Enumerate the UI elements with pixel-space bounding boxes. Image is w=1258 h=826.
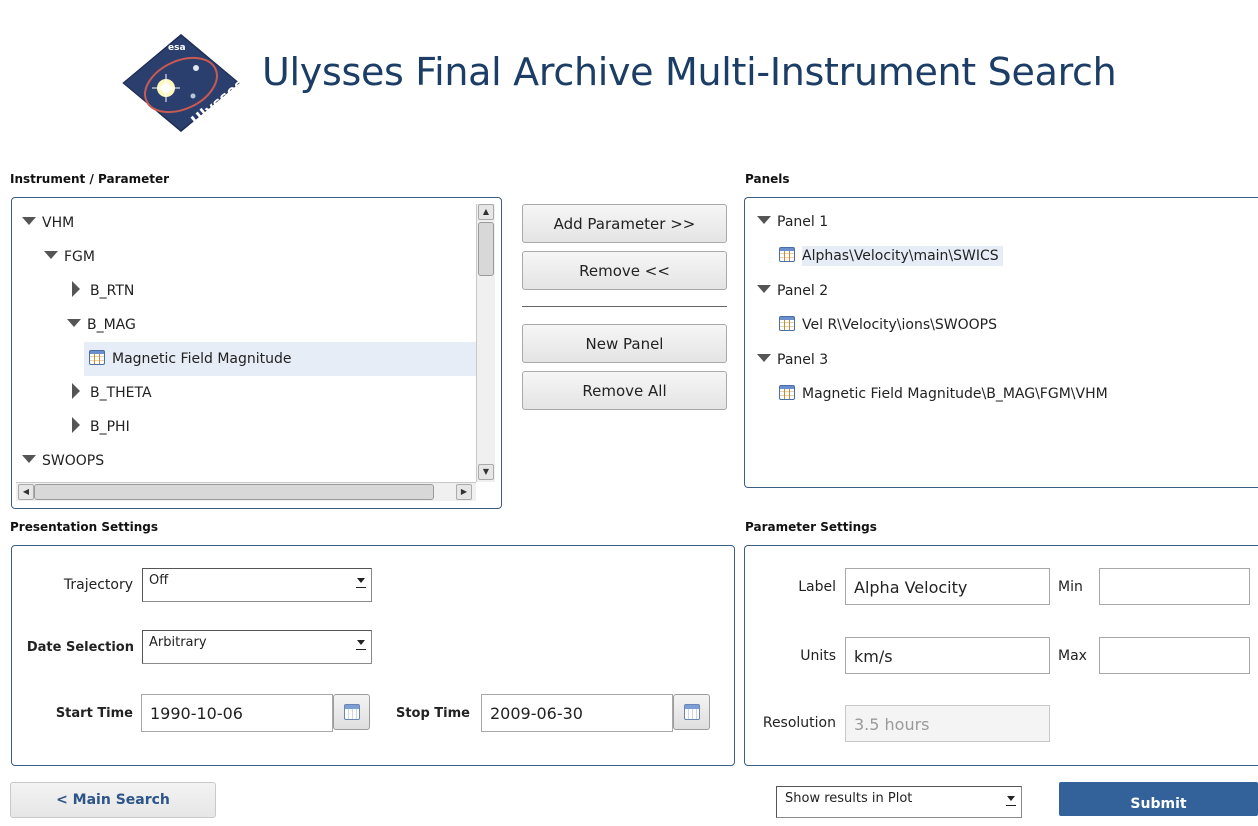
ulysses-logo: esa Ulysses [118,30,244,136]
table-icon [779,246,795,262]
start-time-label: Start Time [55,706,133,721]
chevron-down-icon[interactable] [757,285,771,293]
chevron-down-icon [1007,796,1015,801]
panel-param-3[interactable]: Magnetic Field Magnitude\B_MAG\FGM\VHM [775,377,1112,411]
chevron-down-icon [357,578,365,583]
tree-horizontal-scrollbar[interactable]: ◀ ▶ [16,482,476,501]
stop-time-input[interactable]: 2009-06-30 [481,694,673,732]
stop-time-label: Stop Time [395,706,470,721]
panel-node-3[interactable]: Panel 3 [745,343,1237,377]
chevron-down-icon[interactable] [22,217,36,225]
chevron-down-icon [357,640,365,645]
page-title: Ulysses Final Archive Multi-Instrument S… [262,50,1117,94]
tree-vertical-scrollbar[interactable]: ▲ ▼ [476,204,495,482]
start-calendar-button[interactable] [333,694,370,730]
instrument-tree-panel: VHM FGM B_RTN B_MAG Magnetic Field Magni… [11,197,502,509]
table-icon [779,384,795,400]
scroll-right-icon[interactable]: ▶ [456,484,472,500]
chevron-right-icon[interactable] [72,281,80,297]
trajectory-select[interactable]: Off [142,568,372,602]
label-input[interactable]: Alpha Velocity [845,568,1050,605]
tree-node-vhm[interactable]: VHM [12,206,476,240]
new-panel-button[interactable]: New Panel [522,324,727,363]
remove-button[interactable]: Remove << [522,251,727,290]
panel-node-2[interactable]: Panel 2 [745,274,1237,308]
scroll-thumb-horizontal[interactable] [34,484,434,500]
table-icon [89,349,105,365]
scroll-up-icon[interactable]: ▲ [478,204,494,220]
parameter-settings-heading: Parameter Settings [745,520,877,534]
divider [522,306,727,307]
resolution-input: 3.5 hours [845,705,1050,742]
units-label: Units [800,648,836,664]
output-mode-select[interactable]: Show results in Plot [776,786,1022,818]
scroll-left-icon[interactable]: ◀ [18,484,34,500]
min-label: Min [1058,579,1083,595]
add-parameter-button[interactable]: Add Parameter >> [522,204,727,243]
calendar-icon [684,704,700,720]
max-input[interactable] [1099,637,1250,674]
presentation-settings-heading: Presentation Settings [10,520,158,534]
submit-button[interactable]: Submit [1059,782,1258,816]
tree-node-b-rtn[interactable]: B_RTN [12,274,476,308]
panels-tree: Panel 1 Alphas\Velocity\main\SWICS Panel… [744,197,1258,488]
instrument-tree: VHM FGM B_RTN B_MAG Magnetic Field Magni… [12,206,476,476]
main-search-button[interactable]: < Main Search [10,782,216,818]
calendar-icon [344,704,360,720]
table-icon [779,315,795,331]
trajectory-label: Trajectory [63,577,133,593]
tree-node-fgm[interactable]: FGM [12,240,476,274]
label-label: Label [798,579,836,595]
min-input[interactable] [1099,568,1250,605]
chevron-down-icon[interactable] [757,354,771,362]
panel-param-2[interactable]: Vel R\Velocity\ions\SWOOPS [775,308,1001,342]
chevron-right-icon[interactable] [72,383,80,399]
scroll-down-icon[interactable]: ▼ [478,464,494,480]
chevron-down-icon[interactable] [44,251,58,259]
panel-node-1[interactable]: Panel 1 [745,205,1237,239]
start-time-input[interactable]: 1990-10-06 [141,694,333,732]
tree-node-b-mag[interactable]: B_MAG [12,308,476,342]
chevron-down-icon[interactable] [757,216,771,224]
tree-node-b-theta[interactable]: B_THETA [12,376,476,410]
chevron-down-icon[interactable] [22,455,36,463]
chevron-down-icon[interactable] [67,319,81,327]
tree-node-swoops[interactable]: SWOOPS [12,444,476,476]
tree-node-magnetic-field-magnitude[interactable]: Magnetic Field Magnitude [84,342,476,376]
svg-text:esa: esa [168,43,186,53]
remove-all-button[interactable]: Remove All [522,371,727,410]
stop-calendar-button[interactable] [673,694,710,730]
tree-node-b-phi[interactable]: B_PHI [12,410,476,444]
date-selection-label: Date Selection [26,640,134,655]
resolution-label: Resolution [762,715,836,731]
scroll-thumb[interactable] [478,222,494,276]
max-label: Max [1058,648,1087,664]
instrument-parameter-heading: Instrument / Parameter [10,172,170,186]
panels-heading: Panels [745,172,790,186]
panel-param-1[interactable]: Alphas\Velocity\main\SWICS [775,239,1007,273]
chevron-right-icon[interactable] [72,417,80,433]
date-selection-select[interactable]: Arbitrary [142,630,372,664]
units-input[interactable]: km/s [845,637,1050,674]
